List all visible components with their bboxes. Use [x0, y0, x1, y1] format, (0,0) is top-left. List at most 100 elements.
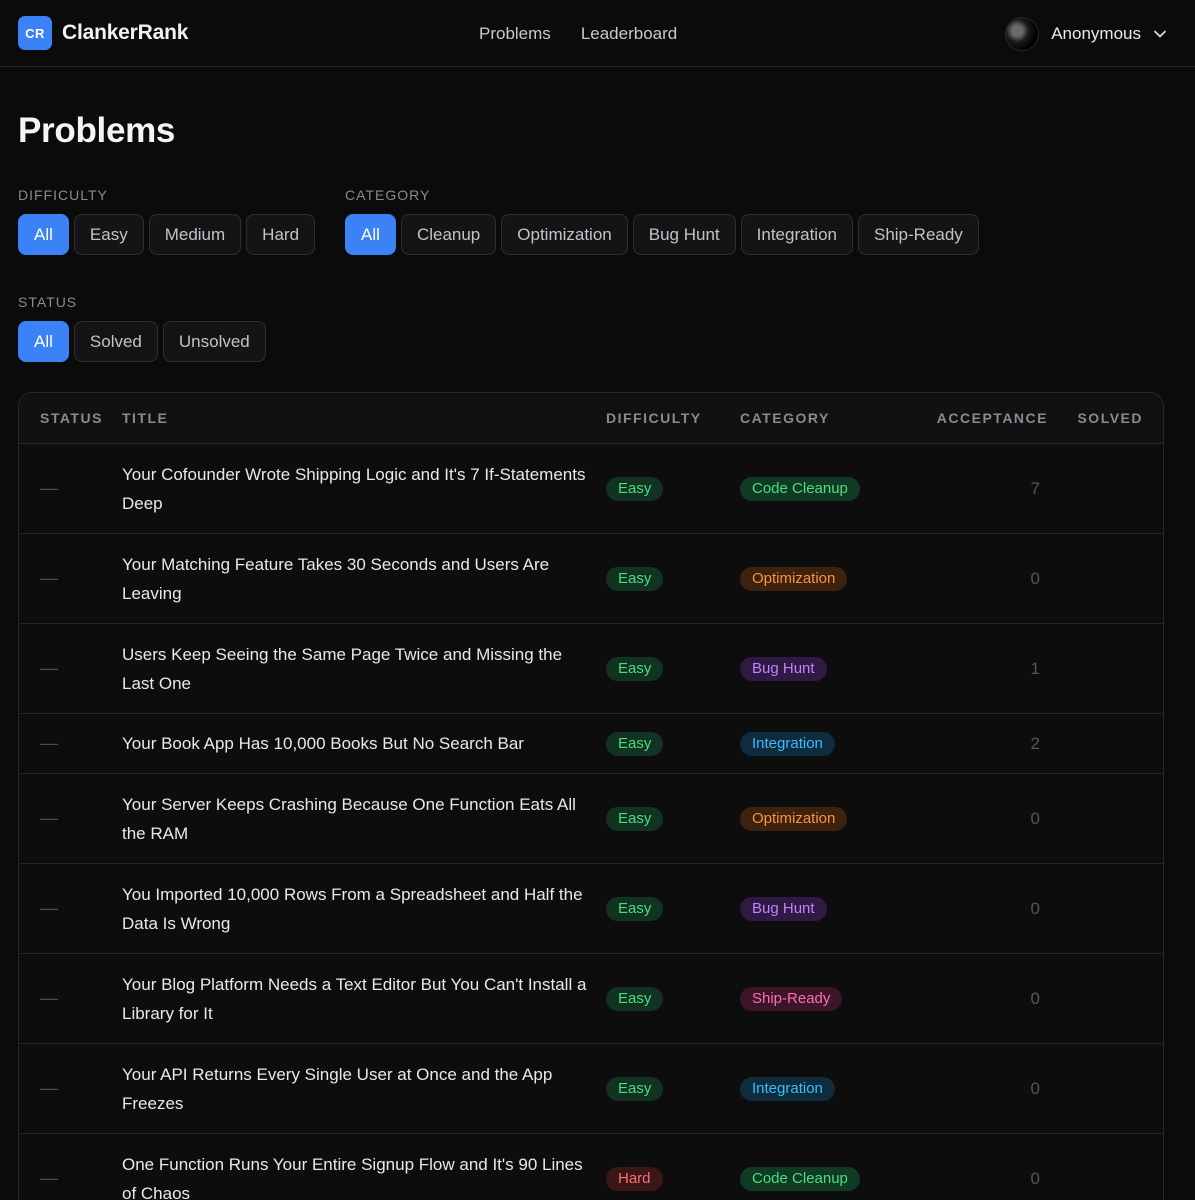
acceptance-count: 0: [1030, 1168, 1040, 1188]
nav-leaderboard-link[interactable]: Leaderboard: [581, 24, 677, 44]
row-category: Code Cleanup: [740, 1166, 918, 1191]
category-filter-bug-hunt[interactable]: Bug Hunt: [632, 214, 736, 255]
row-category: Optimization: [740, 566, 918, 591]
table-row[interactable]: — You Imported 10,000 Rows From a Spreads…: [19, 864, 1163, 954]
category-filter-label: CATEGORY: [345, 187, 431, 203]
status-filter-all[interactable]: All: [18, 321, 69, 362]
problem-title-link[interactable]: Your Blog Platform Needs a Text Editor B…: [122, 970, 606, 1028]
category-filter: CATEGORY All Cleanup Optimization Bug Hunt I…: [345, 187, 979, 255]
category-badge: Bug Hunt: [740, 896, 827, 921]
table-row[interactable]: — Your Server Keeps Crashing Because One …: [19, 774, 1163, 864]
problems-table: STATUS TITLE DIFFICULTY CATEGORY ACCEPTA…: [18, 392, 1164, 1200]
acceptance-count: 1: [1030, 658, 1040, 678]
row-category: Integration: [740, 731, 918, 756]
row-status: —: [19, 1168, 122, 1189]
row-title-cell: Your API Returns Every Single User at On…: [122, 1060, 606, 1118]
difficulty-filter-pills: All Easy Medium Hard: [18, 214, 316, 255]
problem-title-link[interactable]: Your Server Keeps Crashing Because One F…: [122, 790, 606, 848]
chevron-down-icon: [1154, 30, 1166, 37]
row-difficulty: Easy: [606, 566, 740, 591]
category-filter-ship-ready[interactable]: Ship-Ready: [857, 214, 979, 255]
table-row[interactable]: — One Function Runs Your Entire Signup Fl…: [19, 1134, 1163, 1200]
table-row[interactable]: — Your API Returns Every Single User at O…: [19, 1044, 1163, 1134]
user-menu[interactable]: Anonymous: [1005, 0, 1167, 67]
logo-icon: CR: [18, 16, 52, 50]
difficulty-filter-hard[interactable]: Hard: [246, 214, 316, 255]
row-category: Bug Hunt: [740, 896, 918, 921]
status-filter-solved[interactable]: Solved: [73, 321, 158, 362]
main-nav: Problems Leaderboard: [479, 0, 677, 67]
category-badge: Integration: [740, 1076, 835, 1101]
row-category: Integration: [740, 1076, 918, 1101]
status-dash: —: [40, 988, 58, 1008]
category-filter-cleanup[interactable]: Cleanup: [400, 214, 497, 255]
difficulty-badge: Easy: [606, 806, 664, 831]
row-status: —: [19, 658, 122, 679]
row-difficulty: Hard: [606, 1166, 740, 1191]
row-title-cell: Your Server Keeps Crashing Because One F…: [122, 790, 606, 848]
filters-row: DIFFICULTY All Easy Medium Hard CATEGORY Al…: [18, 187, 1177, 255]
difficulty-badge: Easy: [606, 656, 664, 681]
row-category: Bug Hunt: [740, 656, 918, 681]
acceptance-count: 0: [1030, 1078, 1040, 1098]
category-filter-all[interactable]: All: [345, 214, 396, 255]
problem-title-link[interactable]: Your Matching Feature Takes 30 Seconds a…: [122, 550, 606, 608]
problem-title-link[interactable]: You Imported 10,000 Rows From a Spreadsh…: [122, 880, 606, 938]
difficulty-filter-label: DIFFICULTY: [18, 187, 108, 203]
difficulty-filter-medium[interactable]: Medium: [148, 214, 242, 255]
row-title-cell: You Imported 10,000 Rows From a Spreadsh…: [122, 880, 606, 938]
category-filter-integration[interactable]: Integration: [740, 214, 853, 255]
acceptance-count: 2: [1030, 733, 1040, 753]
status-filter-unsolved[interactable]: Unsolved: [162, 321, 266, 362]
row-status: —: [19, 988, 122, 1009]
header-acceptance[interactable]: ACCEPTANCE: [918, 410, 1048, 426]
table-row[interactable]: — Users Keep Seeing the Same Page Twice a…: [19, 624, 1163, 714]
acceptance-count: 0: [1030, 988, 1040, 1008]
row-title-cell: Your Blog Platform Needs a Text Editor B…: [122, 970, 606, 1028]
category-filter-optimization[interactable]: Optimization: [501, 214, 628, 255]
problem-title-link[interactable]: Your Book App Has 10,000 Books But No Se…: [122, 729, 606, 758]
problem-title-link[interactable]: Users Keep Seeing the Same Page Twice an…: [122, 640, 606, 698]
header-status[interactable]: STATUS: [19, 410, 122, 426]
status-dash: —: [40, 808, 58, 828]
table-header: STATUS TITLE DIFFICULTY CATEGORY ACCEPTA…: [19, 393, 1163, 444]
table-row[interactable]: — Your Blog Platform Needs a Text Editor …: [19, 954, 1163, 1044]
user-name: Anonymous: [1051, 23, 1141, 43]
table-row[interactable]: — Your Matching Feature Takes 30 Seconds …: [19, 534, 1163, 624]
acceptance-count: 0: [1030, 808, 1040, 828]
status-dash: —: [40, 898, 58, 918]
row-difficulty: Easy: [606, 731, 740, 756]
row-title-cell: Your Matching Feature Takes 30 Seconds a…: [122, 550, 606, 608]
row-status: —: [19, 1078, 122, 1099]
status-filter: STATUS All Solved Unsolved: [18, 294, 1177, 362]
status-filter-label: STATUS: [18, 294, 78, 310]
difficulty-badge: Easy: [606, 476, 664, 501]
difficulty-filter-all[interactable]: All: [18, 214, 69, 255]
table-row[interactable]: — Your Book App Has 10,000 Books But No S…: [19, 714, 1163, 774]
problem-title-link[interactable]: Your Cofounder Wrote Shipping Logic and …: [122, 460, 606, 518]
status-filter-pills: All Solved Unsolved: [18, 321, 1177, 362]
row-status: —: [19, 898, 122, 919]
category-badge: Optimization: [740, 806, 848, 831]
acceptance-count: 7: [1030, 478, 1040, 498]
table-row[interactable]: — Your Cofounder Wrote Shipping Logic and…: [19, 444, 1163, 534]
category-badge: Ship-Ready: [740, 986, 843, 1011]
header-title[interactable]: TITLE: [122, 410, 606, 426]
top-bar: CR ClankerRank Problems Leaderboard Anon…: [0, 0, 1195, 67]
page-title: Problems: [18, 111, 176, 150]
status-dash: —: [40, 658, 58, 678]
header-difficulty[interactable]: DIFFICULTY: [606, 410, 740, 426]
category-badge: Integration: [740, 731, 835, 756]
difficulty-filter-easy[interactable]: Easy: [73, 214, 144, 255]
header-category[interactable]: CATEGORY: [740, 410, 918, 426]
row-status: —: [19, 478, 122, 499]
difficulty-badge: Easy: [606, 566, 664, 591]
brand[interactable]: CR ClankerRank: [18, 16, 188, 50]
header-solved[interactable]: SOLVED: [1048, 410, 1163, 426]
nav-problems-link[interactable]: Problems: [479, 24, 551, 44]
difficulty-badge: Easy: [606, 896, 664, 921]
row-difficulty: Easy: [606, 1076, 740, 1101]
problem-title-link[interactable]: One Function Runs Your Entire Signup Flo…: [122, 1150, 606, 1200]
acceptance-count: 0: [1030, 898, 1040, 918]
problem-title-link[interactable]: Your API Returns Every Single User at On…: [122, 1060, 606, 1118]
